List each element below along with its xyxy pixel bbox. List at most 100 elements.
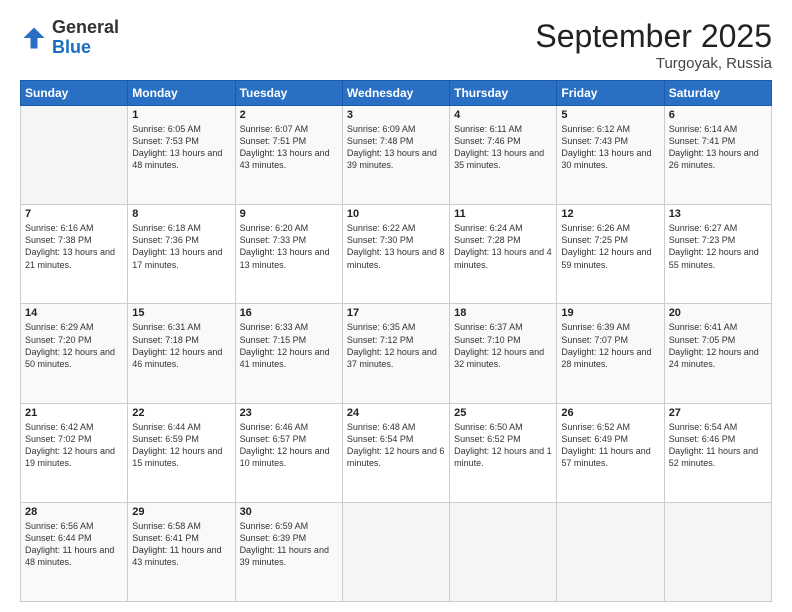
weekday-header-tuesday: Tuesday: [235, 81, 342, 106]
day-number: 3: [347, 109, 445, 121]
cell-text: Sunrise: 6:14 AM Sunset: 7:41 PM Dayligh…: [669, 123, 767, 172]
weekday-header-sunday: Sunday: [21, 81, 128, 106]
calendar-cell: 15 Sunrise: 6:31 AM Sunset: 7:18 PM Dayli…: [128, 304, 235, 403]
cell-text: Sunrise: 6:31 AM Sunset: 7:18 PM Dayligh…: [132, 321, 230, 370]
day-number: 25: [454, 407, 552, 419]
cell-text: Sunrise: 6:46 AM Sunset: 6:57 PM Dayligh…: [240, 421, 338, 470]
calendar-cell: 4 Sunrise: 6:11 AM Sunset: 7:46 PM Daylig…: [450, 106, 557, 205]
cell-text: Sunrise: 6:59 AM Sunset: 6:39 PM Dayligh…: [240, 520, 338, 569]
week-row-2: 14Sunrise: 6:29 AM Sunset: 7:20 PM Dayli…: [21, 304, 772, 403]
week-row-3: 21Sunrise: 6:42 AM Sunset: 7:02 PM Dayli…: [21, 403, 772, 502]
page: General Blue September 2025 Turgoyak, Ru…: [0, 0, 792, 612]
cell-text: Sunrise: 6:39 AM Sunset: 7:07 PM Dayligh…: [561, 321, 659, 370]
calendar-cell: [342, 502, 449, 601]
week-row-4: 28 Sunrise: 6:56 AM Sunset: 6:44 PM Dayli…: [21, 502, 772, 601]
logo-blue-text: Blue: [52, 38, 119, 58]
cell-text: Sunrise: 6:09 AM Sunset: 7:48 PM Dayligh…: [347, 123, 445, 172]
calendar-cell: 2Sunrise: 6:07 AM Sunset: 7:51 PM Daylig…: [235, 106, 342, 205]
day-number: 23: [240, 407, 338, 419]
calendar-cell: 17 Sunrise: 6:35 AM Sunset: 7:12 PM Dayli…: [342, 304, 449, 403]
day-number: 16: [240, 307, 338, 319]
weekday-header-wednesday: Wednesday: [342, 81, 449, 106]
calendar-cell: 28 Sunrise: 6:56 AM Sunset: 6:44 PM Dayli…: [21, 502, 128, 601]
title-block: September 2025 Turgoyak, Russia: [535, 18, 772, 72]
day-number: 5: [561, 109, 659, 121]
logo-text: General Blue: [52, 18, 119, 58]
cell-text: Sunrise: 6:22 AM Sunset: 7:30 PM Dayligh…: [347, 222, 445, 271]
calendar-cell: 24Sunrise: 6:48 AM Sunset: 6:54 PM Dayli…: [342, 403, 449, 502]
day-number: 6: [669, 109, 767, 121]
day-number: 27: [669, 407, 767, 419]
calendar-cell: [664, 502, 771, 601]
week-row-1: 7 Sunrise: 6:16 AM Sunset: 7:38 PM Daylig…: [21, 205, 772, 304]
cell-text: Sunrise: 6:58 AM Sunset: 6:41 PM Dayligh…: [132, 520, 230, 569]
calendar-cell: 10Sunrise: 6:22 AM Sunset: 7:30 PM Dayli…: [342, 205, 449, 304]
weekday-header-thursday: Thursday: [450, 81, 557, 106]
day-number: 22: [132, 407, 230, 419]
day-number: 17: [347, 307, 445, 319]
cell-text: Sunrise: 6:44 AM Sunset: 6:59 PM Dayligh…: [132, 421, 230, 470]
weekday-header-saturday: Saturday: [664, 81, 771, 106]
calendar-table: SundayMondayTuesdayWednesdayThursdayFrid…: [20, 80, 772, 602]
calendar-cell: 18 Sunrise: 6:37 AM Sunset: 7:10 PM Dayli…: [450, 304, 557, 403]
day-number: 19: [561, 307, 659, 319]
cell-text: Sunrise: 6:12 AM Sunset: 7:43 PM Dayligh…: [561, 123, 659, 172]
calendar-cell: 25 Sunrise: 6:50 AM Sunset: 6:52 PM Dayli…: [450, 403, 557, 502]
calendar-cell: 14Sunrise: 6:29 AM Sunset: 7:20 PM Dayli…: [21, 304, 128, 403]
calendar-cell: 13 Sunrise: 6:27 AM Sunset: 7:23 PM Dayli…: [664, 205, 771, 304]
cell-text: Sunrise: 6:16 AM Sunset: 7:38 PM Dayligh…: [25, 222, 123, 271]
weekday-header-row: SundayMondayTuesdayWednesdayThursdayFrid…: [21, 81, 772, 106]
day-number: 7: [25, 208, 123, 220]
day-number: 1: [132, 109, 230, 121]
month-title: September 2025: [535, 18, 772, 55]
day-number: 30: [240, 506, 338, 518]
cell-text: Sunrise: 6:20 AM Sunset: 7:33 PM Dayligh…: [240, 222, 338, 271]
calendar-cell: 21Sunrise: 6:42 AM Sunset: 7:02 PM Dayli…: [21, 403, 128, 502]
day-number: 13: [669, 208, 767, 220]
day-number: 18: [454, 307, 552, 319]
header: General Blue September 2025 Turgoyak, Ru…: [20, 18, 772, 72]
calendar-cell: 1 Sunrise: 6:05 AM Sunset: 7:53 PM Daylig…: [128, 106, 235, 205]
day-number: 2: [240, 109, 338, 121]
cell-text: Sunrise: 6:26 AM Sunset: 7:25 PM Dayligh…: [561, 222, 659, 271]
day-number: 20: [669, 307, 767, 319]
cell-text: Sunrise: 6:56 AM Sunset: 6:44 PM Dayligh…: [25, 520, 123, 569]
cell-text: Sunrise: 6:52 AM Sunset: 6:49 PM Dayligh…: [561, 421, 659, 470]
calendar-cell: 16 Sunrise: 6:33 AM Sunset: 7:15 PM Dayli…: [235, 304, 342, 403]
calendar-cell: 7 Sunrise: 6:16 AM Sunset: 7:38 PM Daylig…: [21, 205, 128, 304]
cell-text: Sunrise: 6:33 AM Sunset: 7:15 PM Dayligh…: [240, 321, 338, 370]
cell-text: Sunrise: 6:05 AM Sunset: 7:53 PM Dayligh…: [132, 123, 230, 172]
calendar-cell: 30 Sunrise: 6:59 AM Sunset: 6:39 PM Dayli…: [235, 502, 342, 601]
calendar-cell: 5 Sunrise: 6:12 AM Sunset: 7:43 PM Daylig…: [557, 106, 664, 205]
cell-text: Sunrise: 6:48 AM Sunset: 6:54 PM Dayligh…: [347, 421, 445, 470]
day-number: 28: [25, 506, 123, 518]
logo-general-text: General: [52, 18, 119, 38]
calendar-cell: 6 Sunrise: 6:14 AM Sunset: 7:41 PM Daylig…: [664, 106, 771, 205]
day-number: 4: [454, 109, 552, 121]
day-number: 9: [240, 208, 338, 220]
cell-text: Sunrise: 6:37 AM Sunset: 7:10 PM Dayligh…: [454, 321, 552, 370]
calendar-cell: 26Sunrise: 6:52 AM Sunset: 6:49 PM Dayli…: [557, 403, 664, 502]
calendar-cell: 20Sunrise: 6:41 AM Sunset: 7:05 PM Dayli…: [664, 304, 771, 403]
cell-text: Sunrise: 6:24 AM Sunset: 7:28 PM Dayligh…: [454, 222, 552, 271]
calendar-cell: 9 Sunrise: 6:20 AM Sunset: 7:33 PM Daylig…: [235, 205, 342, 304]
cell-text: Sunrise: 6:27 AM Sunset: 7:23 PM Dayligh…: [669, 222, 767, 271]
calendar-cell: [21, 106, 128, 205]
location: Turgoyak, Russia: [535, 55, 772, 72]
calendar-cell: [450, 502, 557, 601]
day-number: 14: [25, 307, 123, 319]
logo-icon: [20, 24, 48, 52]
cell-text: Sunrise: 6:11 AM Sunset: 7:46 PM Dayligh…: [454, 123, 552, 172]
calendar-cell: 3 Sunrise: 6:09 AM Sunset: 7:48 PM Daylig…: [342, 106, 449, 205]
cell-text: Sunrise: 6:50 AM Sunset: 6:52 PM Dayligh…: [454, 421, 552, 470]
cell-text: Sunrise: 6:35 AM Sunset: 7:12 PM Dayligh…: [347, 321, 445, 370]
day-number: 8: [132, 208, 230, 220]
day-number: 15: [132, 307, 230, 319]
cell-text: Sunrise: 6:18 AM Sunset: 7:36 PM Dayligh…: [132, 222, 230, 271]
calendar-cell: 12Sunrise: 6:26 AM Sunset: 7:25 PM Dayli…: [557, 205, 664, 304]
logo: General Blue: [20, 18, 119, 58]
calendar-cell: 8 Sunrise: 6:18 AM Sunset: 7:36 PM Daylig…: [128, 205, 235, 304]
day-number: 21: [25, 407, 123, 419]
calendar-cell: 27Sunrise: 6:54 AM Sunset: 6:46 PM Dayli…: [664, 403, 771, 502]
calendar-cell: 29Sunrise: 6:58 AM Sunset: 6:41 PM Dayli…: [128, 502, 235, 601]
